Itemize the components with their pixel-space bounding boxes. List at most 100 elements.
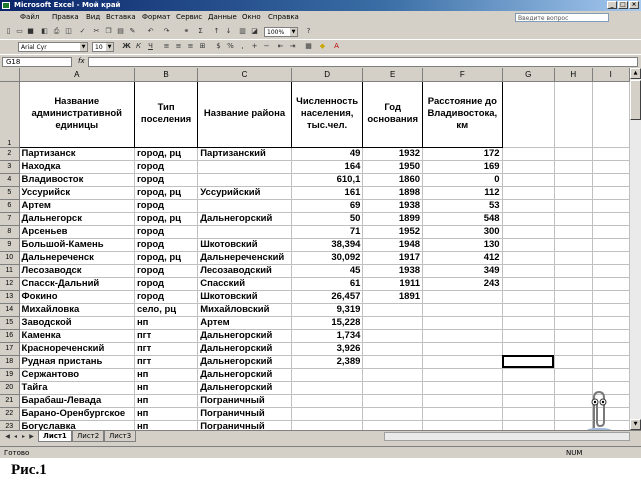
cell[interactable]: 45 [291,264,364,278]
cell[interactable]: Пограничный [197,394,292,408]
cell[interactable]: 1938 [362,264,424,278]
cell[interactable] [502,316,555,330]
cell[interactable]: 610,1 [291,173,364,187]
cell[interactable]: город [134,277,199,291]
cell[interactable]: Спасский [197,277,292,291]
cell[interactable] [362,329,424,343]
cell[interactable]: Сержантово [19,368,135,382]
cell[interactable]: нп [134,420,199,430]
hyperlink-icon[interactable]: ⚭ [182,27,191,36]
column-header[interactable]: I [592,68,630,82]
increase-indent-icon[interactable]: ⇥ [288,42,297,51]
menu-file[interactable]: Файл [18,11,41,24]
cell[interactable]: 349 [422,264,503,278]
sheet-tab-2[interactable]: Лист2 [72,431,105,442]
merge-center-icon[interactable]: ⊞ [198,42,207,51]
align-center-icon[interactable]: ≡ [174,42,183,51]
cell[interactable] [422,290,503,304]
menu-data[interactable]: Данные [206,11,239,24]
copy-icon[interactable]: ❐ [104,27,113,36]
cell[interactable] [362,394,424,408]
underline-icon[interactable]: Ч [146,42,155,51]
cell[interactable] [502,381,555,395]
worksheet-grid[interactable]: A B C D E F G H I 1 Название администрат… [0,68,630,430]
currency-icon[interactable]: $ [214,42,223,51]
office-assistant-clippy[interactable] [580,388,616,432]
cell[interactable] [554,303,593,317]
cell[interactable]: 1898 [362,186,424,200]
row-header[interactable]: 9 [0,238,20,252]
redo-icon[interactable]: ↷ [162,27,171,36]
column-header[interactable]: A [19,68,135,82]
column-header[interactable]: G [502,68,555,82]
cell[interactable]: Барабаш-Левада [19,394,135,408]
cell[interactable] [554,316,593,330]
cell[interactable]: село, рц [134,303,199,317]
cell[interactable]: город [134,160,199,174]
next-sheet-icon[interactable]: ▸ [20,432,27,441]
font-name-select[interactable]: Arial Cyr ▼ [18,42,88,52]
cell[interactable]: 1899 [362,212,424,226]
cell[interactable]: Краснореченский [19,342,135,356]
prev-sheet-icon[interactable]: ◂ [12,432,19,441]
paste-icon[interactable]: ▤ [116,27,125,36]
cell[interactable] [554,147,593,161]
cell[interactable] [422,342,503,356]
cell[interactable] [502,81,555,148]
cell[interactable]: Пограничный [197,407,292,421]
zoom-select[interactable]: 100% ▼ [264,27,298,37]
cell[interactable] [362,420,424,430]
cell[interactable]: Фокино [19,290,135,304]
cell[interactable] [554,277,593,291]
cell[interactable] [592,160,630,174]
cell[interactable] [291,420,364,430]
cell[interactable]: Дальнегорский [197,368,292,382]
decrease-indent-icon[interactable]: ⇤ [276,42,285,51]
font-size-select[interactable]: 10 ▼ [92,42,114,52]
cell[interactable] [362,316,424,330]
cell[interactable] [592,225,630,239]
scroll-down-icon[interactable]: ▼ [630,419,641,430]
chart-wizard-icon[interactable]: ▥ [238,27,247,36]
cell[interactable]: Шкотовский [197,238,292,252]
horizontal-scrollbar[interactable] [384,432,630,441]
cell[interactable] [422,303,503,317]
cell[interactable] [502,264,555,278]
align-right-icon[interactable]: ≡ [186,42,195,51]
cell[interactable]: 30,092 [291,251,364,265]
cell[interactable] [554,238,593,252]
cell[interactable] [592,238,630,252]
cell[interactable]: 15,228 [291,316,364,330]
cell[interactable] [502,277,555,291]
cell[interactable]: 61 [291,277,364,291]
row-header[interactable]: 16 [0,329,20,343]
row-header[interactable]: 13 [0,290,20,304]
header-cell[interactable]: Тип поселения [133,80,199,148]
cell[interactable] [291,407,364,421]
cell[interactable] [592,173,630,187]
row-header[interactable]: 23 [0,420,20,430]
cell[interactable] [554,160,593,174]
cell[interactable]: 412 [422,251,503,265]
cell[interactable] [291,368,364,382]
last-sheet-icon[interactable]: ▶ [28,432,35,441]
cell[interactable]: 243 [422,277,503,291]
cell[interactable] [291,381,364,395]
cell[interactable]: Дальнегорский [197,355,292,369]
row-header[interactable]: 4 [0,173,20,187]
cell[interactable] [502,212,555,226]
header-cell[interactable]: Название административной единицы [18,80,135,148]
cell[interactable]: 1911 [362,277,424,291]
undo-icon[interactable]: ↶ [146,27,155,36]
select-all-corner[interactable] [0,68,20,82]
cell[interactable] [592,277,630,291]
row-header[interactable]: 2 [0,147,20,161]
row-header[interactable]: 18 [0,355,20,369]
cell[interactable]: 3,926 [291,342,364,356]
cell[interactable] [362,303,424,317]
cell[interactable] [592,199,630,213]
cell[interactable]: 50 [291,212,364,226]
cell[interactable]: 1891 [362,290,424,304]
thousands-icon[interactable]: , [238,42,247,51]
increase-decimal-icon[interactable]: + [250,42,259,51]
